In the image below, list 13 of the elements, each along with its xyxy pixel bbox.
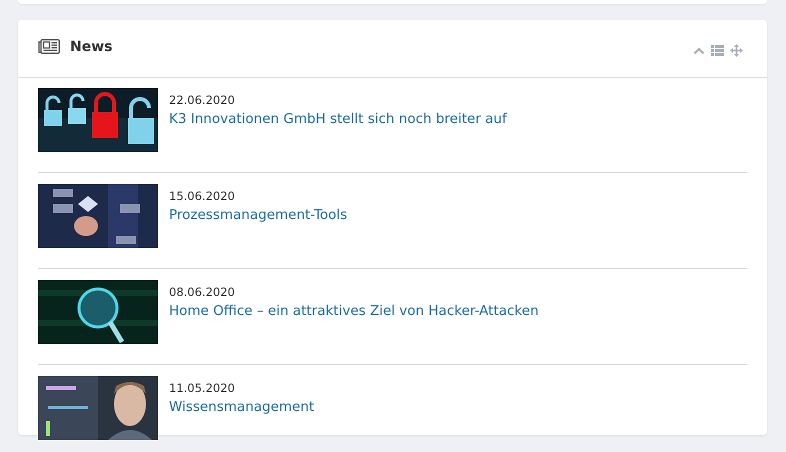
news-date: 22.06.2020 bbox=[169, 92, 236, 108]
news-date: 08.06.2020 bbox=[169, 284, 236, 300]
list-icon[interactable] bbox=[711, 45, 724, 56]
panel-title: News bbox=[70, 38, 112, 54]
news-link[interactable]: Wissensmanagement bbox=[169, 396, 314, 418]
news-link[interactable]: K3 Innovationen GmbH stellt sich noch breiter auf bbox=[169, 108, 507, 130]
news-date: 11.05.2020 bbox=[169, 380, 236, 396]
newspaper-icon bbox=[38, 39, 60, 54]
move-icon[interactable] bbox=[730, 44, 743, 57]
news-link[interactable]: Home Office – ein attraktives Ziel von Hacker-Attacken bbox=[169, 300, 539, 322]
chevron-up-icon[interactable] bbox=[693, 46, 705, 54]
news-date: 15.06.2020 bbox=[169, 188, 236, 204]
news-link[interactable]: Prozessmanagement-Tools bbox=[169, 204, 348, 226]
